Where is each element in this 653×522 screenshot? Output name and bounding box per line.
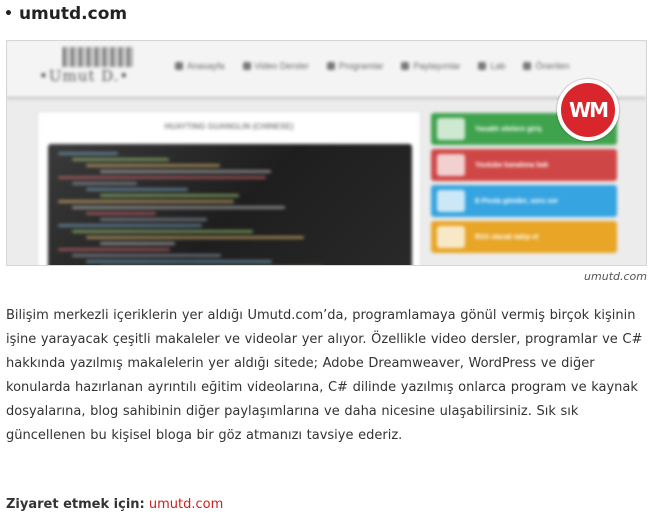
flask-icon xyxy=(478,62,487,70)
widget-label: Youtube kanalıma bak xyxy=(475,161,549,169)
visit-line: Ziyaret etmek için: umutd.com xyxy=(6,497,223,512)
nav-item-label: Lab xyxy=(490,61,506,71)
code-line xyxy=(72,230,253,233)
code-line xyxy=(58,248,170,251)
article-card: HUAYTING GUANGLIN (CHINESE) xyxy=(37,111,421,265)
image-caption: umutd.com xyxy=(584,270,647,283)
site-nav: Anasayfa Video Dersler Programlar Paylaşıml… xyxy=(175,61,570,71)
code-line xyxy=(86,236,304,239)
widget-2[interactable]: E-Posta gönder, soru sor xyxy=(431,185,617,217)
nav-item-label: Önerilen xyxy=(535,61,570,71)
site-logo: •Umut D.• xyxy=(35,47,163,91)
widget-label: Yasaklı sitelere giriş xyxy=(475,125,542,133)
nav-item-3[interactable]: Paylaşımlar xyxy=(401,61,460,71)
nav-item-label: Programlar xyxy=(338,61,384,71)
video-icon xyxy=(242,62,251,70)
barcode-graphic xyxy=(63,47,133,67)
code-line xyxy=(86,188,188,191)
wm-logo-badge: WM xyxy=(557,79,619,141)
widget-label: E-Posta gönder, soru sor xyxy=(475,197,559,205)
nav-item-label: Anasayfa xyxy=(187,61,225,71)
code-line xyxy=(72,254,221,257)
code-line xyxy=(100,218,207,221)
code-line xyxy=(86,164,220,167)
site-header: •Umut D.• Anasayfa Video Dersler Programla… xyxy=(7,41,646,99)
power-icon xyxy=(326,62,335,70)
nav-item-2[interactable]: Programlar xyxy=(326,61,384,71)
heading-title: umutd.com xyxy=(18,4,128,24)
code-screenshot-image xyxy=(48,144,412,265)
code-line xyxy=(58,200,234,203)
section-heading: • umutd.com xyxy=(4,4,127,24)
widget-1[interactable]: Youtube kanalıma bak xyxy=(431,149,617,181)
nav-item-5[interactable]: Önerilen xyxy=(523,61,570,71)
youtube-icon xyxy=(437,154,465,176)
code-line xyxy=(100,170,271,173)
share-icon xyxy=(401,62,410,70)
nav-item-0[interactable]: Anasayfa xyxy=(175,61,225,71)
widget-label: RSS olarak takip et xyxy=(475,233,539,241)
code-line xyxy=(86,212,156,215)
code-line xyxy=(72,158,169,161)
widget-3[interactable]: RSS olarak takip et xyxy=(431,221,617,253)
nav-item-1[interactable]: Video Dersler xyxy=(242,61,309,71)
nav-item-4[interactable]: Lab xyxy=(478,61,505,71)
code-line xyxy=(100,194,239,197)
code-line xyxy=(58,224,202,227)
code-line xyxy=(58,176,266,179)
home-icon xyxy=(175,62,183,70)
description-paragraph: Bilişim merkezli içeriklerin yer aldığı … xyxy=(6,308,643,443)
visit-label: Ziyaret etmek için: xyxy=(6,497,145,512)
article-title: HUAYTING GUANGLIN (CHINESE) xyxy=(164,122,294,131)
website-screenshot: •Umut D.• Anasayfa Video Dersler Programla… xyxy=(6,40,647,266)
code-line xyxy=(100,242,175,245)
code-line xyxy=(72,206,285,209)
mail-icon xyxy=(437,190,465,212)
visit-link[interactable]: umutd.com xyxy=(149,497,223,512)
nav-item-label: Video Dersler xyxy=(254,61,309,71)
rss-icon xyxy=(437,226,465,248)
gear-icon xyxy=(523,62,532,70)
code-line xyxy=(58,152,118,155)
nav-item-label: Paylaşımlar xyxy=(413,61,461,71)
check-icon xyxy=(437,118,465,140)
badge-text: WM xyxy=(569,98,609,122)
bullet: • xyxy=(4,6,13,22)
code-line xyxy=(72,182,137,185)
logo-text: •Umut D.• xyxy=(39,67,130,85)
code-line xyxy=(86,260,272,263)
